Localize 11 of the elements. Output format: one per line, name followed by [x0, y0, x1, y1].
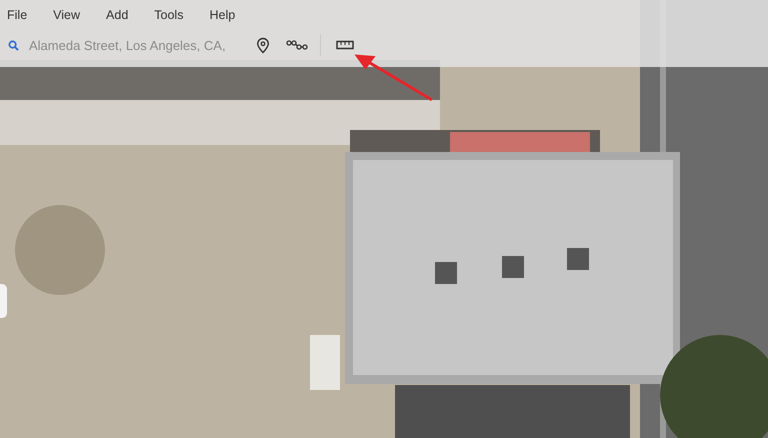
- menu-item[interactable]: File: [7, 8, 28, 22]
- ruler-icon[interactable]: [336, 40, 354, 50]
- side-panel-handle[interactable]: [0, 284, 7, 318]
- menu-item[interactable]: Tools: [154, 8, 184, 22]
- search-icon: [8, 40, 19, 50]
- placemark-icon[interactable]: [256, 36, 270, 54]
- path-icon[interactable]: [286, 39, 308, 51]
- menu-item[interactable]: Add: [106, 8, 128, 22]
- menu-item[interactable]: View: [53, 8, 80, 22]
- menu-item[interactable]: Help: [209, 8, 236, 22]
- search-field[interactable]: Alameda Street, Los Angeles, CA,: [4, 32, 240, 58]
